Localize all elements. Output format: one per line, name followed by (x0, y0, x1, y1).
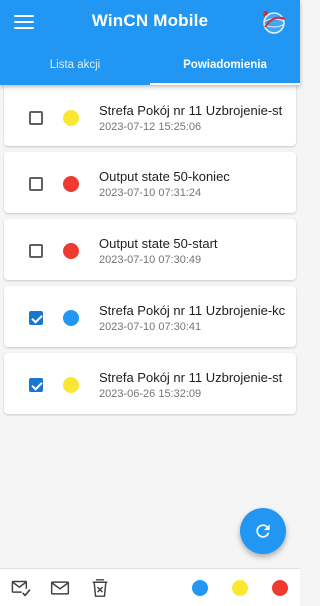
tab-powiadomienia[interactable]: Powiadomienia (150, 44, 300, 85)
notification-checkbox[interactable] (29, 177, 43, 191)
status-dot (63, 243, 79, 259)
notification-checkbox[interactable] (29, 311, 43, 325)
refresh-icon (256, 524, 270, 538)
status-dot (63, 310, 79, 326)
delete-icon[interactable] (90, 579, 110, 597)
notification-checkbox[interactable] (29, 244, 43, 258)
notification-item[interactable]: Output state 50-koniec 2023-07-10 07:31:… (4, 152, 296, 213)
tab-bar: Lista akcji Powiadomienia (0, 44, 300, 85)
notification-item[interactable]: Output state 50-start 2023-07-10 07:30:4… (4, 219, 296, 280)
status-dot (63, 377, 79, 393)
notification-item[interactable]: Strefa Pokój nr 11 Uzbrojenie-st 2023-06… (4, 353, 296, 414)
filter-red-dot[interactable] (272, 580, 288, 596)
mark-all-read-icon[interactable] (11, 579, 31, 597)
notification-time: 2023-07-10 07:30:49 (99, 254, 202, 266)
notification-title: Strefa Pokój nr 11 Uzbrojenie-st (99, 103, 283, 118)
filter-yellow-dot[interactable] (232, 580, 248, 596)
notification-title: Output state 50-start (99, 236, 218, 251)
refresh-button[interactable] (240, 508, 286, 554)
notification-title: Strefa Pokój nr 11 Uzbrojenie-st (99, 370, 283, 385)
notification-title: Strefa Pokój nr 11 Uzbrojenie-kc (99, 303, 286, 318)
notification-checkbox[interactable] (29, 111, 43, 125)
notification-time: 2023-07-10 07:31:24 (99, 187, 202, 199)
notification-title: Output state 50-koniec (99, 169, 230, 184)
notification-time: 2023-06-26 15:32:09 (99, 388, 202, 400)
app-bar: WinCN Mobile Lista akcji Powiadomienia (0, 0, 300, 85)
status-dot (63, 176, 79, 192)
status-dot (63, 110, 79, 126)
globe-logo-icon (263, 11, 286, 34)
tab-lista-akcji[interactable]: Lista akcji (0, 44, 150, 85)
notification-item[interactable]: Strefa Pokój nr 11 Uzbrojenie-st 2023-07… (4, 85, 296, 146)
bottom-bar (0, 568, 300, 606)
notification-item[interactable]: Strefa Pokój nr 11 Uzbrojenie-kc 2023-07… (4, 286, 296, 347)
app-title: WinCN Mobile (91, 11, 209, 30)
mail-icon[interactable] (50, 579, 70, 597)
filter-blue-dot[interactable] (192, 580, 208, 596)
notification-time: 2023-07-10 07:30:41 (99, 321, 202, 333)
notification-time: 2023-07-12 15:25:06 (99, 121, 202, 133)
notification-checkbox[interactable] (29, 378, 43, 392)
